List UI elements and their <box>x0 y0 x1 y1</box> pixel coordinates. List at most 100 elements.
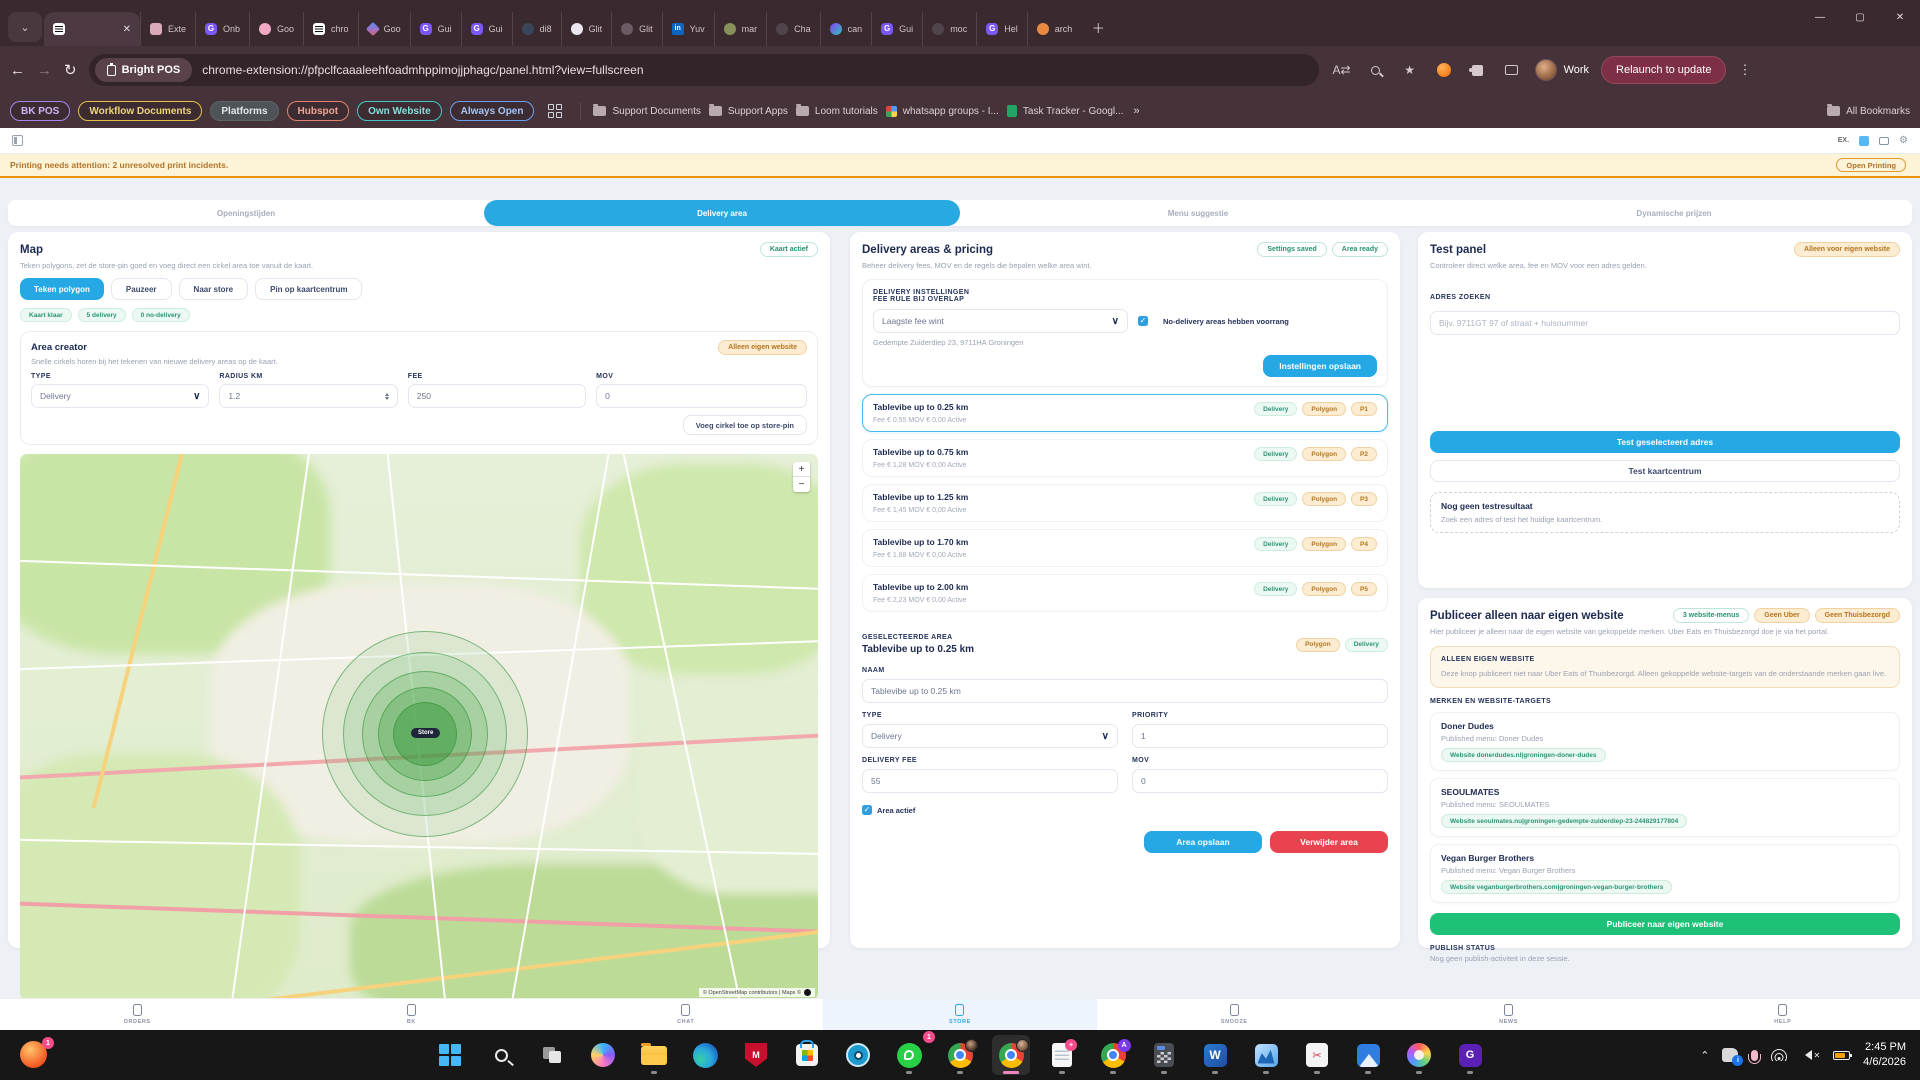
nav-chat[interactable]: CHAT <box>549 999 823 1030</box>
tab-group-platforms[interactable]: Platforms <box>210 101 278 121</box>
guidde-button[interactable]: G <box>1451 1035 1489 1075</box>
open-printing-button[interactable]: Open Printing <box>1836 158 1906 172</box>
nav-store[interactable]: STORE <box>823 999 1097 1030</box>
edge-button[interactable] <box>686 1035 724 1075</box>
tab-search-button[interactable]: ⌄ <box>8 12 42 42</box>
chat-bubble-icon[interactable] <box>1879 137 1889 145</box>
bookmark-star-icon[interactable]: ★ <box>1399 63 1421 77</box>
tab-group-always-open[interactable]: Always Open <box>450 101 535 121</box>
zoom-in-button[interactable]: + <box>793 462 810 477</box>
browser-tab[interactable]: Goo <box>358 12 410 46</box>
browser-tab[interactable]: Gui <box>871 12 922 46</box>
chrome-profile3-button[interactable]: A <box>1094 1035 1132 1075</box>
fee-rule-select[interactable]: Laagste fee wint∨ <box>873 309 1128 333</box>
test-geselecteerd-adres-button[interactable]: Test geselecteerd adres <box>1430 431 1900 453</box>
mov-input[interactable]: 0 <box>596 384 807 408</box>
priority-input[interactable] <box>1132 724 1388 748</box>
tray-expand-icon[interactable]: ⌃ <box>1700 1049 1709 1062</box>
taskbar-search[interactable] <box>482 1035 520 1075</box>
bookmark-folder-support-documents[interactable]: Support Documents <box>593 106 700 117</box>
area-actief-checkbox[interactable]: ✓ <box>862 805 872 815</box>
area-opslaan-button[interactable]: Area opslaan <box>1144 831 1262 853</box>
close-tab-icon[interactable]: ✕ <box>123 24 131 35</box>
zoom-out-button[interactable]: − <box>793 477 810 492</box>
nav-help[interactable]: HELP <box>1646 999 1920 1030</box>
profile-chip[interactable]: Work <box>1535 59 1589 81</box>
nav-news[interactable]: NEWS <box>1371 999 1645 1030</box>
browser-tab[interactable]: Glit <box>611 12 662 46</box>
pauzeer-button[interactable]: Pauzeer <box>111 278 172 300</box>
tab-group-own-website[interactable]: Own Website <box>357 101 442 121</box>
type-select[interactable]: Delivery∨ <box>862 724 1118 748</box>
search-icon[interactable] <box>1365 66 1387 75</box>
nav-bk[interactable]: BK <box>274 999 548 1030</box>
map-view[interactable]: Store + − © OpenStreetMap contributors |… <box>20 454 818 1000</box>
snipping-tool-button[interactable]: ✂ <box>1298 1035 1336 1075</box>
chrome-profile1-button[interactable] <box>941 1035 979 1075</box>
mcafee-button[interactable]: M <box>737 1035 775 1075</box>
browser-tab[interactable]: Onb <box>195 12 249 46</box>
reload-button[interactable]: ↻ <box>64 61 77 79</box>
browser-tab[interactable]: Gui <box>410 12 461 46</box>
gear-icon[interactable]: ⚙ <box>1899 136 1908 146</box>
browser-tab[interactable]: Glit <box>561 12 612 46</box>
paint-button[interactable] <box>1400 1035 1438 1075</box>
bookmark-task-tracker[interactable]: Task Tracker - Googl... <box>1007 105 1124 117</box>
extension-chip[interactable]: Bright POS <box>95 58 193 82</box>
microphone-icon[interactable] <box>1751 1050 1758 1061</box>
fee-input[interactable]: 250 <box>408 384 586 408</box>
browser-tab[interactable]: mar <box>714 12 767 46</box>
taskbar-notification-app[interactable]: 1 <box>20 1041 47 1068</box>
number-spinner-icon[interactable] <box>385 391 389 402</box>
browser-menu-icon[interactable]: ⋮ <box>1738 62 1752 78</box>
tab-group-hubspot[interactable]: Hubspot <box>287 101 350 121</box>
copilot-button[interactable] <box>584 1035 622 1075</box>
viewer-app-button[interactable] <box>839 1035 877 1075</box>
area-list-item[interactable]: Tablevibe up to 0.25 kmFee € 0,55 MOV € … <box>862 394 1388 432</box>
minimize-button[interactable]: — <box>1800 0 1840 34</box>
browser-tab[interactable]: di8 <box>512 12 561 46</box>
browser-tab[interactable]: Goo <box>249 12 303 46</box>
browser-tab[interactable]: Hel <box>976 12 1027 46</box>
teken-polygon-button[interactable]: Teken polygon <box>20 278 104 300</box>
whatsapp-button[interactable]: 1 <box>890 1035 928 1075</box>
area-list-item[interactable]: Tablevibe up to 2.00 kmFee € 2,23 MOV € … <box>862 574 1388 612</box>
instellingen-opslaan-button[interactable]: Instellingen opslaan <box>1263 355 1377 377</box>
omnibox[interactable]: Bright POS chrome-extension://pfpclfcaaa… <box>89 54 1319 86</box>
monitor-app-button[interactable] <box>1247 1035 1285 1075</box>
nav-snooze[interactable]: SNOOZE <box>1097 999 1371 1030</box>
browser-tab[interactable]: Yuv <box>662 12 714 46</box>
bookmark-folder-support-apps[interactable]: Support Apps <box>709 106 788 117</box>
taskbar-clock[interactable]: 2:45 PM 4/6/2026 <box>1863 1040 1906 1070</box>
sound-info-icon[interactable] <box>1722 1048 1738 1062</box>
back-button[interactable]: ← <box>10 62 25 79</box>
extension-orange-icon[interactable] <box>1433 63 1455 77</box>
no-delivery-voorrang-checkbox[interactable]: ✓ <box>1138 316 1148 326</box>
radius-input[interactable]: 1.2 <box>219 384 397 408</box>
word-button[interactable]: W <box>1196 1035 1234 1075</box>
chrome-profile2-button[interactable] <box>992 1035 1030 1075</box>
browser-tab[interactable]: can <box>820 12 872 46</box>
translate-icon[interactable]: A⇄ <box>1331 63 1353 77</box>
all-bookmarks[interactable]: All Bookmarks <box>1827 106 1910 117</box>
browser-tab[interactable]: moc <box>922 12 976 46</box>
close-button[interactable]: ✕ <box>1880 0 1920 34</box>
store-pin[interactable]: Store <box>411 728 440 738</box>
ms-store-button[interactable] <box>788 1035 826 1075</box>
voeg-cirkel-toe-button[interactable]: Voeg cirkel toe op store-pin <box>683 415 807 435</box>
browser-tab-active[interactable]: ✕ <box>44 12 140 46</box>
test-kaartcentrum-button[interactable]: Test kaartcentrum <box>1430 460 1900 482</box>
file-explorer-button[interactable] <box>635 1035 673 1075</box>
wifi-icon[interactable] <box>1771 1049 1787 1061</box>
panel-icon[interactable] <box>1859 136 1869 146</box>
notepad-button[interactable]: + <box>1043 1035 1081 1075</box>
tab-group-bk-pos[interactable]: BK POS <box>10 101 70 121</box>
battery-icon[interactable] <box>1833 1051 1850 1060</box>
photos-button[interactable] <box>1349 1035 1387 1075</box>
verwijder-area-button[interactable]: Verwijder area <box>1270 831 1388 853</box>
tab-group-workflow-documents[interactable]: Workflow Documents <box>78 101 202 121</box>
delivery-fee-input[interactable] <box>862 769 1118 793</box>
browser-tab[interactable]: Cha <box>766 12 820 46</box>
type-select[interactable]: Delivery∨ <box>31 384 209 408</box>
browser-tab[interactable]: chro <box>303 12 358 46</box>
